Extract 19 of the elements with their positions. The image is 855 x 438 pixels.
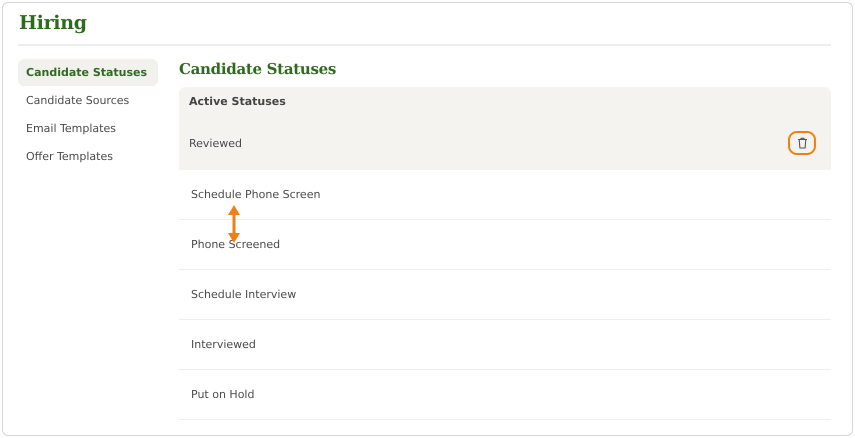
sidebar-item[interactable]: Email Templates	[18, 115, 158, 142]
status-label: Reviewed	[189, 136, 242, 150]
status-label: Schedule Phone Screen	[191, 188, 320, 201]
status-row[interactable]: Put on Hold	[179, 370, 831, 420]
delete-button[interactable]	[788, 131, 816, 155]
status-label: Schedule Interview	[191, 288, 296, 301]
page-title: Hiring	[19, 11, 88, 36]
status-row[interactable]: Schedule Interview	[179, 270, 831, 320]
status-row[interactable]: Interviewed	[179, 320, 831, 370]
status-label: Put on Hold	[191, 388, 254, 401]
sidebar-item[interactable]: Candidate Sources	[18, 87, 158, 114]
section-heading: Candidate Statuses	[179, 59, 338, 79]
status-label: Interviewed	[191, 338, 256, 351]
table-header: Active Statuses	[179, 87, 831, 116]
status-row[interactable]: Reviewed	[179, 116, 831, 170]
trash-icon	[796, 137, 808, 149]
sidebar-item[interactable]: Candidate Statuses	[18, 59, 158, 86]
status-label: Phone Screened	[191, 238, 280, 251]
sidebar-item[interactable]: Offer Templates	[18, 143, 158, 170]
